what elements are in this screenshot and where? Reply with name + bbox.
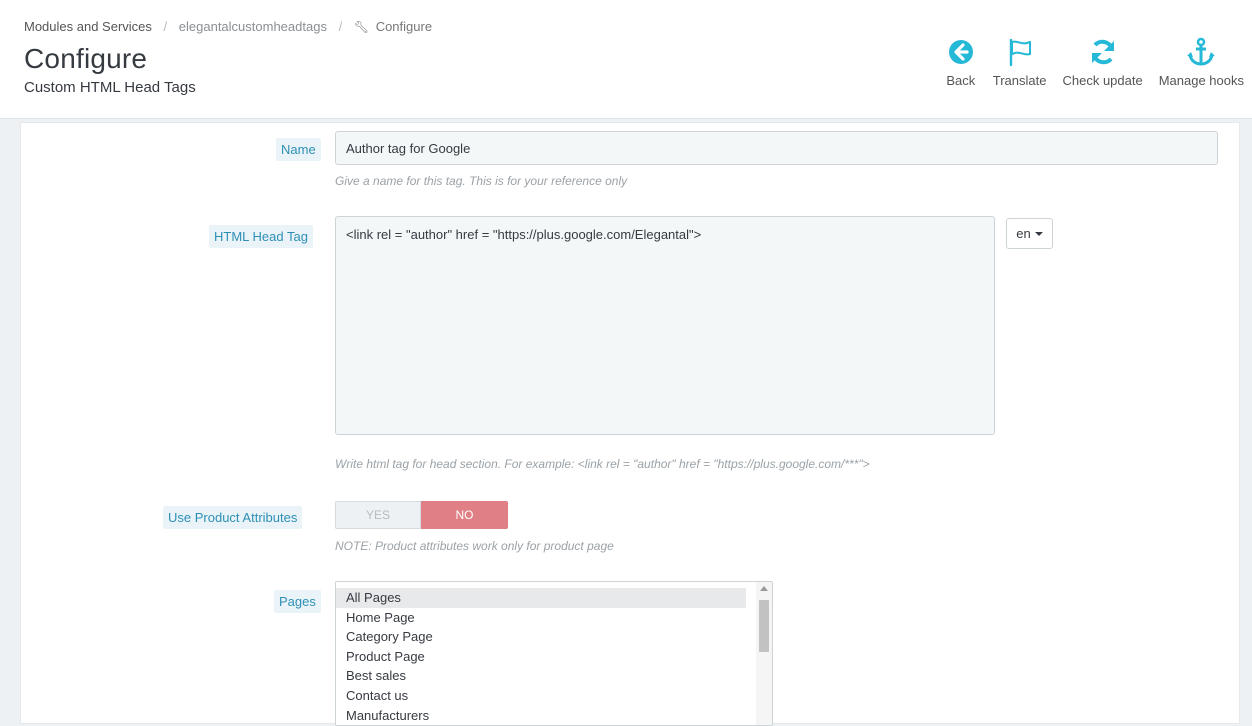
- translate-button-label: Translate: [992, 73, 1047, 88]
- translate-button[interactable]: Translate: [992, 36, 1047, 88]
- page-subtitle: Custom HTML Head Tags: [24, 79, 196, 96]
- breadcrumb-module-link[interactable]: elegantalcustomheadtags: [179, 19, 327, 34]
- name-help-text: Give a name for this tag. This is for yo…: [335, 174, 628, 188]
- name-input[interactable]: Author tag for Google: [335, 131, 1218, 165]
- switch-yes-option[interactable]: YES: [335, 501, 421, 529]
- html-head-tag-label: HTML Head Tag: [209, 225, 313, 248]
- breadcrumb-separator: /: [338, 19, 343, 35]
- chevron-down-icon: [1034, 231, 1043, 236]
- page-header: Modules and Services / elegantalcustomhe…: [0, 0, 1252, 119]
- list-item[interactable]: Manufacturers: [336, 706, 746, 725]
- language-dropdown-label: en: [1016, 226, 1031, 241]
- scrollbar-thumb[interactable]: [759, 600, 769, 652]
- language-dropdown[interactable]: en: [1006, 218, 1053, 249]
- list-item[interactable]: Best sales: [336, 666, 746, 686]
- breadcrumb: Modules and Services / elegantalcustomhe…: [24, 18, 432, 34]
- scroll-up-arrow-icon[interactable]: [760, 586, 768, 591]
- back-button[interactable]: Back: [945, 36, 977, 88]
- list-item[interactable]: Category Page: [336, 627, 746, 647]
- refresh-icon: [1091, 39, 1114, 65]
- list-item[interactable]: Product Page: [336, 647, 746, 667]
- use-product-attributes-label: Use Product Attributes: [163, 506, 303, 529]
- manage-hooks-button[interactable]: Manage hooks: [1159, 36, 1244, 88]
- product-attributes-note: NOTE: Product attributes work only for p…: [335, 539, 614, 553]
- use-product-attributes-switch: YES NO: [335, 501, 508, 529]
- list-item[interactable]: Home Page: [336, 608, 746, 628]
- check-update-button-label: Check update: [1062, 73, 1143, 88]
- wrench-icon: 🔧︎: [353, 19, 370, 34]
- check-update-button[interactable]: Check update: [1062, 36, 1143, 88]
- pages-options: All Pages Home Page Category Page Produc…: [336, 588, 756, 725]
- scrollbar[interactable]: [756, 582, 772, 725]
- pages-label: Pages: [274, 590, 321, 613]
- breadcrumb-current: Configure: [375, 19, 433, 35]
- pages-multiselect[interactable]: All Pages Home Page Category Page Produc…: [335, 581, 773, 726]
- breadcrumb-separator: /: [163, 19, 168, 35]
- page-title: Configure: [24, 43, 148, 74]
- back-arrow-circle-icon: [948, 40, 973, 64]
- list-item[interactable]: Contact us: [336, 686, 746, 706]
- breadcrumb-modules-link[interactable]: Modules and Services: [24, 19, 152, 34]
- toolbar: Back Translate Check update Manage hooks: [929, 36, 1244, 88]
- name-label: Name: [276, 138, 321, 161]
- switch-no-option[interactable]: NO: [421, 501, 508, 529]
- configure-form-panel: Name Author tag for Google Give a name f…: [20, 122, 1240, 726]
- manage-hooks-button-label: Manage hooks: [1158, 73, 1244, 88]
- anchor-icon: [1187, 37, 1216, 66]
- list-item[interactable]: All Pages: [336, 588, 746, 608]
- html-head-tag-help-text: Write html tag for head section. For exa…: [335, 457, 870, 471]
- html-head-tag-textarea[interactable]: <link rel = "author" href = "https://plu…: [335, 216, 995, 435]
- back-button-label: Back: [946, 73, 976, 88]
- flag-icon: [1009, 38, 1031, 67]
